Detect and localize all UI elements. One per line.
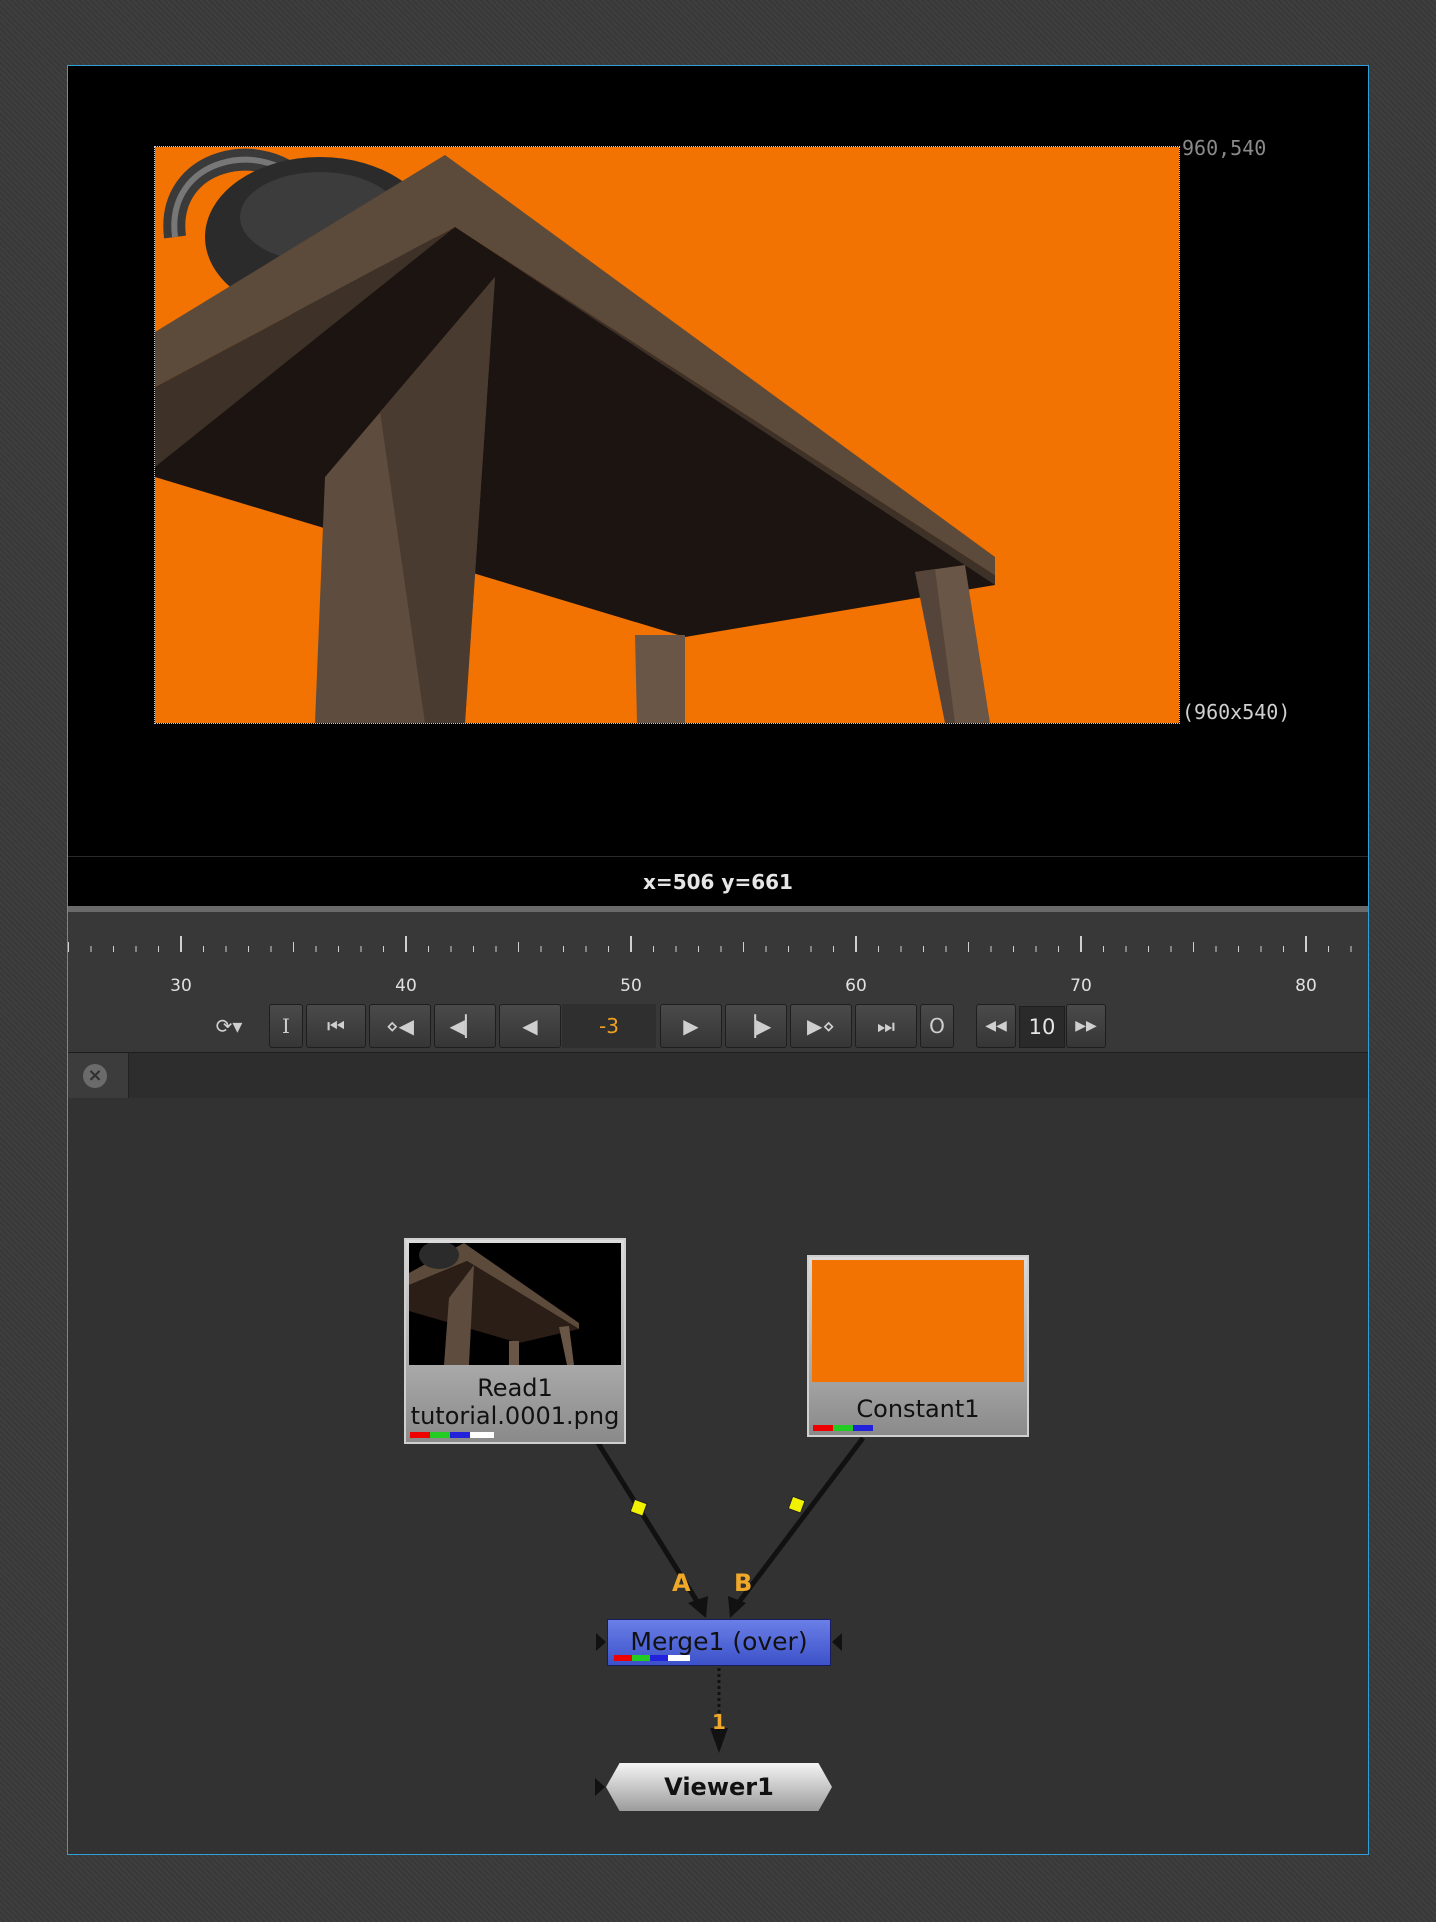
tick-label: 40 (395, 976, 417, 996)
rewind-increment-button[interactable]: ◀◀ (976, 1004, 1016, 1048)
prev-keyframe-icon: ⋄◀ (386, 1014, 414, 1038)
frame-ruler[interactable]: 30 40 50 60 70 80 (68, 918, 1368, 998)
constant-color-swatch (812, 1260, 1024, 1382)
tick-label: 80 (1295, 976, 1317, 996)
merge-input-a-label: A (672, 1569, 691, 1597)
wire-dot-marker (787, 1495, 806, 1514)
merge-node[interactable]: Merge1 (over) (607, 1619, 831, 1666)
tick-label: 60 (845, 976, 867, 996)
step-forward-button[interactable]: ▕▶ (725, 1004, 787, 1048)
node-graph-tab-bar: × (68, 1052, 1368, 1099)
play-forward-icon: ▶ (683, 1014, 699, 1038)
constant-node-name: Constant1 (856, 1395, 980, 1423)
viewer-input-label: 1 (712, 1710, 726, 1734)
prev-keyframe-button[interactable]: ⋄◀ (369, 1004, 431, 1048)
viewer-node-name: Viewer1 (664, 1773, 774, 1801)
step-forward-icon: ▕▶ (740, 1014, 772, 1038)
ruler-ticks (68, 936, 1352, 952)
first-frame-icon: ⏮ (327, 1014, 345, 1038)
first-frame-button[interactable]: ⏮ (306, 1004, 366, 1048)
play-backward-button[interactable]: ◀ (499, 1004, 561, 1048)
step-back-button[interactable]: ◀▏ (434, 1004, 496, 1048)
read-node-name: Read1 (477, 1374, 553, 1402)
merge-node-name: Merge1 (over) (630, 1627, 808, 1656)
next-keyframe-icon: ▶⋄ (807, 1014, 835, 1038)
constant-node[interactable]: Constant1 (807, 1255, 1029, 1437)
viewer-image[interactable] (154, 146, 1180, 724)
read-node-file: tutorial.0001.png (410, 1402, 620, 1430)
cursor-coordinate-readout: x=506 y=661 (68, 856, 1368, 907)
tick-label: 50 (620, 976, 642, 996)
step-back-icon: ◀▏ (449, 1014, 481, 1038)
format-size-label: 960,540 (1182, 136, 1267, 160)
tick-label: 70 (1070, 976, 1092, 996)
read-thumbnail (409, 1243, 621, 1365)
read-node[interactable]: Read1 tutorial.0001.png (404, 1238, 626, 1444)
current-frame-field[interactable]: -3 (562, 1004, 656, 1048)
next-keyframe-button[interactable]: ▶⋄ (790, 1004, 852, 1048)
viewer-panel[interactable]: 960,540 (960x540) (68, 66, 1368, 856)
rewind-increment-icon: ◀◀ (985, 1018, 1007, 1034)
loop-mode-button[interactable]: ⟳▾ (208, 1004, 250, 1048)
set-out-point-button[interactable]: O (920, 1004, 954, 1048)
format-resolution-label: (960x540) (1182, 700, 1291, 724)
node-graph-tab[interactable]: × (68, 1053, 129, 1099)
forward-increment-icon: ▶▶ (1075, 1018, 1097, 1034)
last-frame-icon: ⏭ (877, 1014, 895, 1038)
play-forward-button[interactable]: ▶ (660, 1004, 722, 1048)
loop-mode-icon: ⟳▾ (215, 1014, 243, 1038)
merge-input-b-label: B (734, 1569, 753, 1597)
play-backward-icon: ◀ (522, 1014, 538, 1038)
frame-increment-field[interactable]: 10 (1019, 1006, 1065, 1048)
set-in-point-button[interactable]: I (269, 1004, 303, 1048)
rendered-table-image (155, 148, 995, 723)
last-frame-button[interactable]: ⏭ (855, 1004, 917, 1048)
close-icon[interactable]: × (83, 1064, 107, 1088)
node-graph[interactable]: Read1 tutorial.0001.png Constant1 A B Me… (68, 1098, 1368, 1854)
viewer-node[interactable]: Viewer1 (606, 1763, 832, 1811)
nuke-workspace: 960,540 (960x540) x=506 y=661 30 40 50 6… (67, 65, 1369, 1855)
forward-increment-button[interactable]: ▶▶ (1066, 1004, 1106, 1048)
tick-label: 30 (170, 976, 192, 996)
node-connections (575, 1409, 865, 1796)
